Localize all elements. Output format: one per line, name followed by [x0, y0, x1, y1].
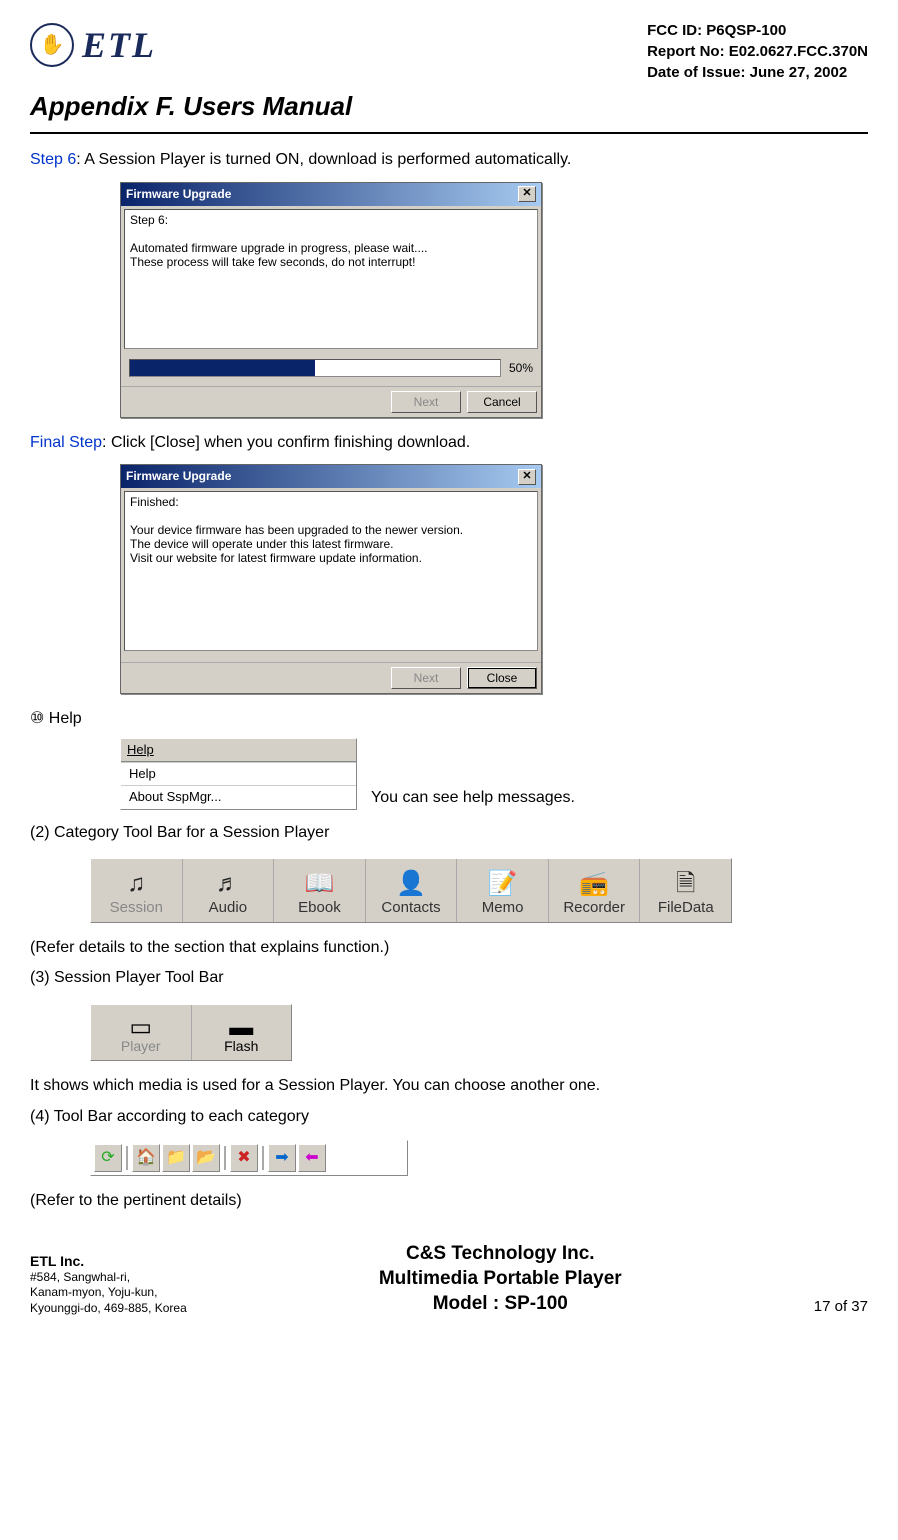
logo-text: ETL: [82, 20, 156, 70]
dialog-body: 50%: [121, 206, 541, 386]
refresh-icon[interactable]: ⟳: [94, 1144, 122, 1172]
header-rule: [30, 132, 868, 134]
cat-contacts[interactable]: 👤Contacts: [366, 859, 458, 922]
dialog-message: [124, 209, 538, 349]
separator: [262, 1146, 264, 1170]
appendix-title: Appendix F. Users Manual: [30, 88, 868, 124]
help-menu-item-about[interactable]: About SspMgr...: [121, 785, 356, 808]
dialog-titlebar: Firmware Upgrade ✕: [121, 465, 541, 488]
footer-left: ETL Inc. #584, Sangwhal-ri, Kanam-myon, …: [30, 1252, 187, 1317]
dialog-message: [124, 491, 538, 651]
help-menu-item-help[interactable]: Help: [121, 762, 356, 785]
ebook-icon: 📖: [276, 867, 363, 897]
final-step-text: : Click [Close] when you confirm finishi…: [102, 434, 470, 451]
dialog-buttons: Next Cancel: [121, 386, 541, 417]
arrow-right-icon[interactable]: ➡: [268, 1144, 296, 1172]
progress-percent: 50%: [509, 360, 533, 377]
section2-title: (2) Category Tool Bar for a Session Play…: [30, 822, 868, 844]
report-no: Report No: E02.0627.FCC.370N: [647, 41, 868, 62]
session-icon: ♫: [93, 867, 180, 897]
arrow-left-icon[interactable]: ⬅: [298, 1144, 326, 1172]
footer-addr2: Kanam-myon, Yoju-kun,: [30, 1285, 187, 1301]
footer-center: C&S Technology Inc. Multimedia Portable …: [379, 1242, 622, 1316]
final-step-line: Final Step: Click [Close] when you confi…: [30, 432, 868, 454]
header-right: FCC ID: P6QSP-100 Report No: E02.0627.FC…: [647, 20, 868, 83]
page-header: ✋ ETL FCC ID: P6QSP-100 Report No: E02.0…: [30, 20, 868, 83]
step6-label: Step 6: [30, 151, 76, 168]
footer-addr3: Kyounggi-do, 469-885, Korea: [30, 1301, 187, 1317]
etl-logo: ✋ ETL: [30, 20, 156, 70]
category-toolbar: ♫Session ♬Audio 📖Ebook 👤Contacts 📝Memo 📻…: [90, 858, 732, 923]
dialog-title-text: Firmware Upgrade: [126, 468, 231, 485]
close-button[interactable]: Close: [467, 667, 537, 689]
memo-icon: 📝: [459, 867, 546, 897]
page-footer: ETL Inc. #584, Sangwhal-ri, Kanam-myon, …: [30, 1242, 868, 1316]
footer-addr1: #584, Sangwhal-ri,: [30, 1270, 187, 1286]
footer-company: C&S Technology Inc.: [379, 1242, 622, 1267]
separator: [224, 1146, 226, 1170]
player-icon: ▭: [93, 1011, 189, 1037]
final-step-label: Final Step: [30, 434, 102, 451]
separator: [126, 1146, 128, 1170]
next-button[interactable]: Next: [391, 391, 461, 413]
audio-icon: ♬: [185, 867, 272, 897]
flash-icon: ▬: [194, 1011, 290, 1037]
player-toolbar: ▭Player ▬Flash: [90, 1004, 292, 1062]
progress-bar: [129, 359, 501, 377]
footer-etl: ETL Inc.: [30, 1252, 187, 1270]
section4-title: (4) Tool Bar according to each category: [30, 1106, 868, 1128]
action-toolbar: ⟳ 🏠 📁 📂 ✖ ➡ ⬅: [90, 1140, 408, 1176]
delete-icon[interactable]: ✖: [230, 1144, 258, 1172]
help-bullet: ⑩ Help: [30, 708, 868, 730]
next-button[interactable]: Next: [391, 667, 461, 689]
header-left: ✋ ETL: [30, 20, 156, 70]
help-menu-label[interactable]: Help: [121, 739, 356, 762]
footer-product: Multimedia Portable Player: [379, 1267, 622, 1292]
dialog-title-text: Firmware Upgrade: [126, 186, 231, 203]
section2-note: (Refer details to the section that expla…: [30, 937, 868, 959]
folder-up-icon[interactable]: 📂: [192, 1144, 220, 1172]
home-icon[interactable]: 🏠: [132, 1144, 160, 1172]
step6-line: Step 6: A Session Player is turned ON, d…: [30, 149, 868, 171]
cancel-button[interactable]: Cancel: [467, 391, 537, 413]
issue-date: Date of Issue: June 27, 2002: [647, 62, 868, 83]
cat-recorder[interactable]: 📻Recorder: [549, 859, 641, 922]
media-flash[interactable]: ▬Flash: [192, 1005, 292, 1061]
cat-ebook[interactable]: 📖Ebook: [274, 859, 366, 922]
folder-icon[interactable]: 📁: [162, 1144, 190, 1172]
footer-model: Model : SP-100: [379, 1292, 622, 1317]
filedata-icon: 🗎: [642, 867, 729, 897]
dialog-buttons: Next Close: [121, 662, 541, 693]
section3-title: (3) Session Player Tool Bar: [30, 967, 868, 989]
cat-session[interactable]: ♫Session: [91, 859, 183, 922]
close-icon[interactable]: ✕: [518, 469, 536, 485]
help-caption: You can see help messages.: [371, 787, 575, 809]
recorder-icon: 📻: [551, 867, 638, 897]
progress-row: 50%: [124, 356, 538, 383]
step6-text: : A Session Player is turned ON, downloa…: [76, 151, 571, 168]
close-icon[interactable]: ✕: [518, 186, 536, 202]
firmware-dialog-step6: Firmware Upgrade ✕ 50% Next Cancel: [120, 182, 542, 418]
dialog-titlebar: Firmware Upgrade ✕: [121, 183, 541, 206]
dialog-body: [121, 488, 541, 661]
footer-page: 17 of 37: [814, 1296, 868, 1317]
help-menu: Help Help About SspMgr...: [120, 738, 357, 810]
contacts-icon: 👤: [368, 867, 455, 897]
section4-note: (Refer to the pertinent details): [30, 1190, 868, 1212]
section3-note: It shows which media is used for a Sessi…: [30, 1075, 868, 1097]
cat-audio[interactable]: ♬Audio: [183, 859, 275, 922]
globe-hand-icon: ✋: [30, 23, 74, 67]
media-player[interactable]: ▭Player: [91, 1005, 192, 1061]
progress-fill: [130, 360, 315, 376]
cat-filedata[interactable]: 🗎FileData: [640, 859, 731, 922]
firmware-dialog-final: Firmware Upgrade ✕ Next Close: [120, 464, 542, 693]
help-row: Help Help About SspMgr... You can see he…: [30, 738, 868, 810]
fcc-id: FCC ID: P6QSP-100: [647, 20, 868, 41]
cat-memo[interactable]: 📝Memo: [457, 859, 549, 922]
